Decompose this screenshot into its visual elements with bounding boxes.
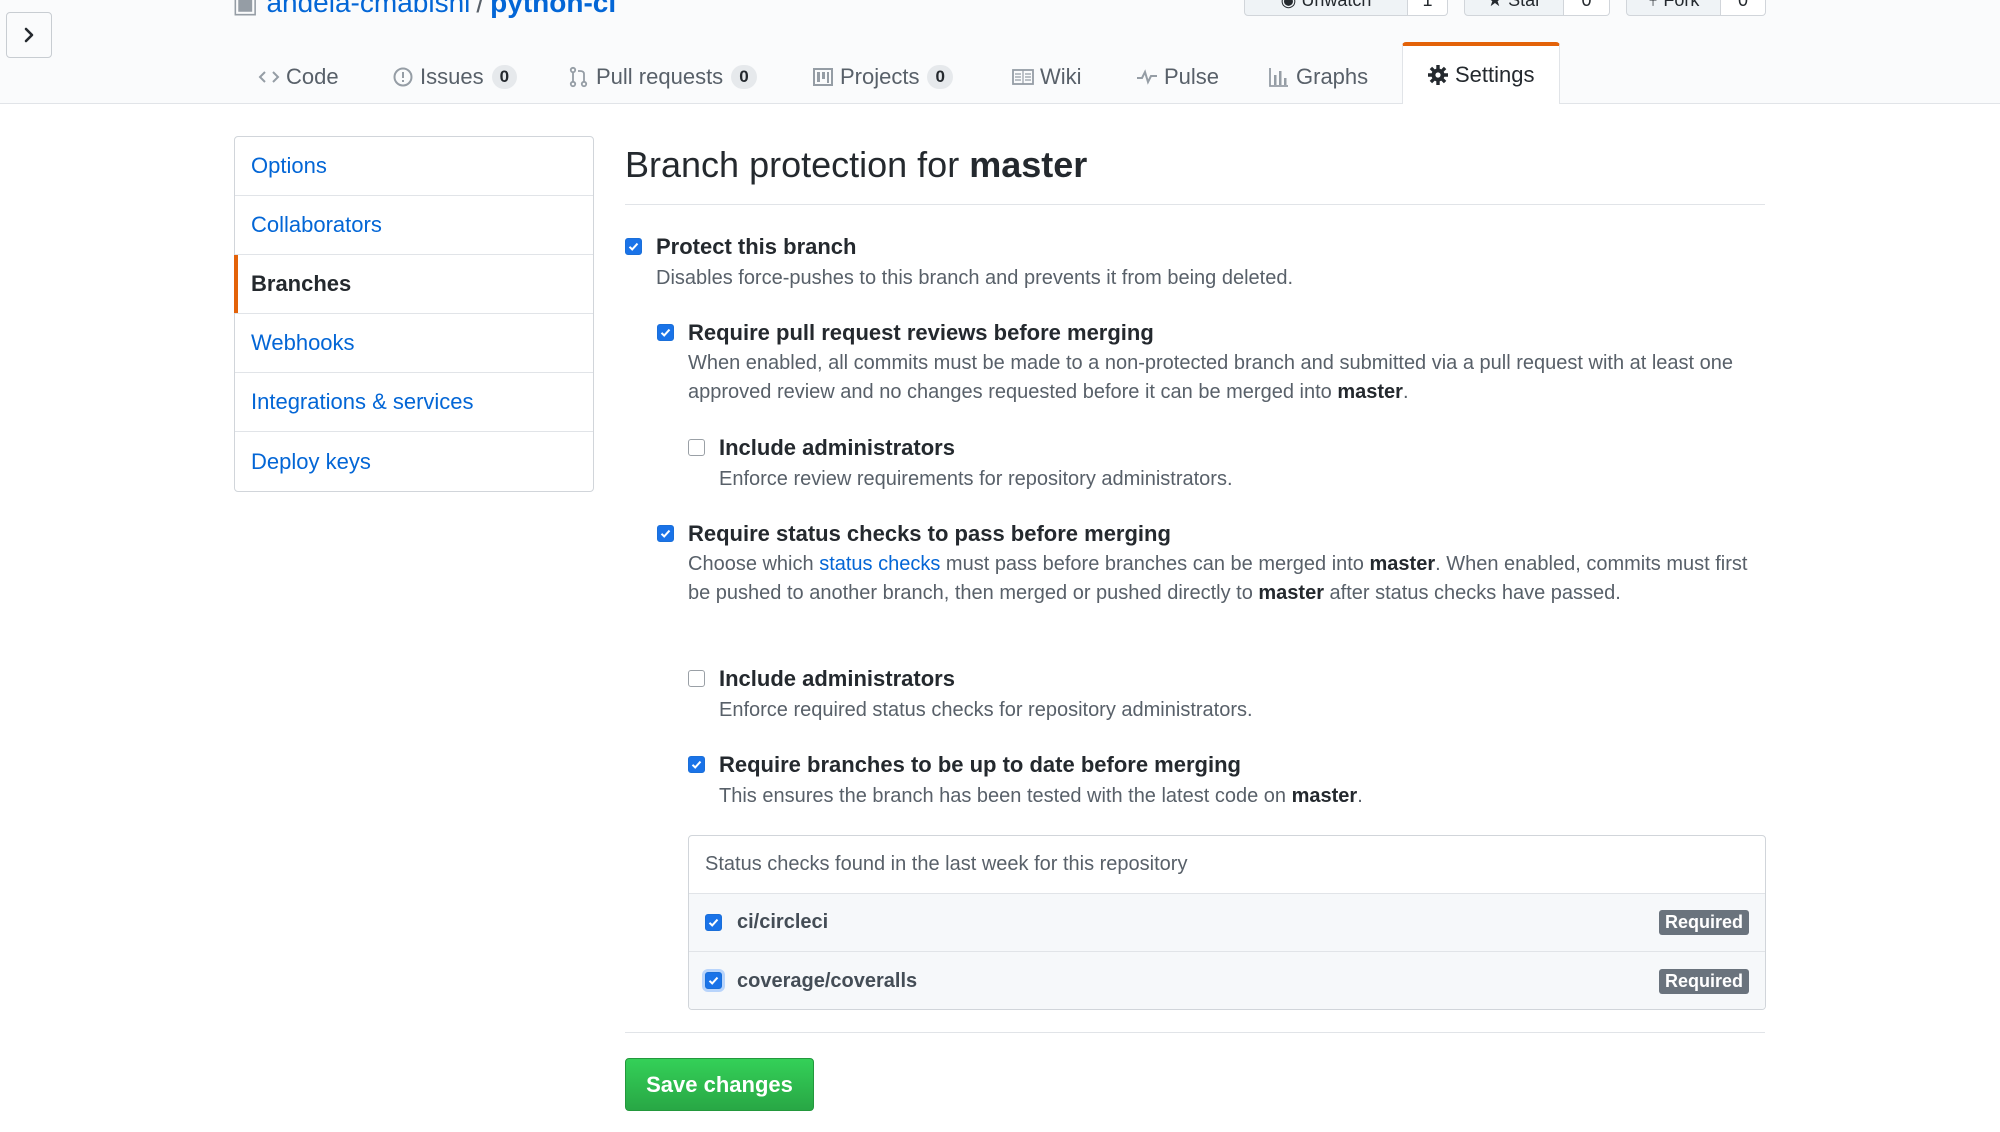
menu-item-options[interactable]: Options (235, 137, 593, 196)
require-up-to-date-label[interactable]: Require branches to be up to date before… (719, 752, 1241, 778)
require-up-to-date-checkbox[interactable] (688, 756, 705, 773)
issues-counter: 0 (491, 65, 518, 89)
graph-icon (1269, 68, 1288, 87)
require-status-checks-checkbox[interactable] (657, 525, 674, 542)
required-badge: Required (1658, 910, 1749, 935)
menu-item-collaborators[interactable]: Collaborators (235, 196, 593, 255)
page-title: Branch protection for master (625, 140, 1765, 205)
require-reviews-label[interactable]: Require pull request reviews before merg… (688, 320, 1154, 346)
repo-owner-link[interactable]: andela-cmabishi (266, 0, 470, 18)
checkmark-icon (708, 918, 719, 927)
required-badge: Required (1658, 968, 1749, 994)
save-changes-button[interactable]: Save changes (625, 1058, 814, 1111)
status-checks-heading: Status checks found in the last week for… (689, 836, 1765, 894)
form-divider (625, 1032, 1765, 1033)
status-check-name[interactable]: coverage/coveralls (737, 970, 917, 993)
status-check-row: ci/circleci Required (689, 894, 1765, 952)
star-button-group: ★ Star 0 (1464, 0, 1610, 16)
repo-name-link[interactable]: python-ci (490, 0, 616, 18)
watchers-count[interactable]: 1 (1408, 0, 1448, 16)
status-check-name[interactable]: ci/circleci (737, 911, 828, 934)
require-status-checks-label[interactable]: Require status checks to pass before mer… (688, 521, 1171, 547)
menu-item-webhooks[interactable]: Webhooks (235, 314, 593, 373)
require-reviews-checkbox[interactable] (657, 324, 674, 341)
checkmark-icon (708, 976, 719, 985)
menu-item-branches[interactable]: Branches (234, 255, 593, 314)
tab-settings[interactable]: Settings (1402, 42, 1560, 104)
checkmark-icon (628, 242, 639, 251)
menu-item-integrations[interactable]: Integrations & services (235, 373, 593, 432)
status-include-admins-desc: Enforce required status checks for repos… (719, 699, 1253, 721)
projects-counter: 0 (927, 65, 953, 89)
settings-menu: Options Collaborators Branches Webhooks … (234, 136, 594, 492)
issue-icon (393, 67, 413, 87)
protect-branch-label[interactable]: Protect this branch (656, 234, 856, 260)
sidebar-toggle-button[interactable] (6, 12, 52, 58)
book-icon (1012, 69, 1034, 85)
menu-item-deploy-keys[interactable]: Deploy keys (235, 432, 593, 491)
pull-request-icon (569, 66, 588, 88)
chevron-right-icon (24, 27, 34, 43)
protect-branch-desc: Disables force-pushes to this branch and… (656, 267, 1294, 289)
status-check-row: coverage/coveralls Required (689, 952, 1765, 1009)
repo-icon: ▣ (232, 0, 259, 18)
status-checks-link[interactable]: status checks (819, 553, 940, 575)
require-status-checks-desc: Choose which status checks must pass bef… (688, 553, 1748, 604)
tab-pull-requests[interactable]: Pull requests 0 (568, 60, 757, 94)
tab-graphs[interactable]: Graphs (1268, 60, 1368, 94)
forks-count[interactable]: 0 (1721, 0, 1766, 16)
unwatch-button[interactable]: ◉ Unwatch (1244, 0, 1408, 16)
eye-icon: ◉ (1280, 0, 1302, 10)
fork-button-group: ⑂ Fork 0 (1626, 0, 1766, 16)
checkmark-icon (691, 760, 702, 769)
protect-branch-checkbox[interactable] (625, 238, 642, 255)
watch-button-group: ◉ Unwatch 1 (1244, 0, 1448, 16)
gear-icon (1428, 65, 1448, 85)
checkmark-icon (660, 529, 671, 538)
tab-wiki[interactable]: Wiki (1012, 60, 1082, 94)
project-icon (813, 68, 833, 86)
repo-title: ▣ andela-cmabishi / python-ci (232, 0, 616, 19)
checkmark-icon (660, 328, 671, 337)
code-icon (258, 71, 280, 83)
require-reviews-desc: When enabled, all commits must be made t… (688, 352, 1734, 403)
status-include-admins-checkbox[interactable] (688, 670, 705, 687)
branch-name: master (969, 144, 1088, 185)
tab-code[interactable]: Code (258, 60, 339, 94)
reviews-include-admins-checkbox[interactable] (688, 439, 705, 456)
fork-icon: ⑂ (1647, 0, 1664, 10)
repo-separator: / (476, 0, 485, 18)
tab-projects[interactable]: Projects 0 (812, 60, 953, 94)
repo-header: ▣ andela-cmabishi / python-ci ◉ Unwatch 1 ★… (0, 0, 2000, 104)
star-button[interactable]: ★ Star (1464, 0, 1564, 16)
status-checks-box: Status checks found in the last week for… (688, 835, 1766, 1010)
status-check-coveralls-checkbox[interactable] (705, 972, 722, 989)
pull-requests-counter: 0 (731, 65, 757, 89)
tab-issues[interactable]: Issues 0 (392, 60, 518, 94)
star-icon: ★ (1486, 0, 1509, 10)
require-up-to-date-desc: This ensures the branch has been tested … (719, 785, 1363, 807)
stargazers-count[interactable]: 0 (1564, 0, 1610, 16)
fork-button[interactable]: ⑂ Fork (1626, 0, 1721, 16)
pulse-icon (1137, 69, 1157, 85)
status-check-circleci-checkbox[interactable] (705, 914, 722, 931)
reviews-include-admins-desc: Enforce review requirements for reposito… (719, 468, 1233, 490)
tab-pulse[interactable]: Pulse (1136, 60, 1219, 94)
status-include-admins-label[interactable]: Include administrators (719, 666, 955, 692)
reviews-include-admins-label[interactable]: Include administrators (719, 435, 955, 461)
main-content: Branch protection for master (625, 140, 1765, 205)
